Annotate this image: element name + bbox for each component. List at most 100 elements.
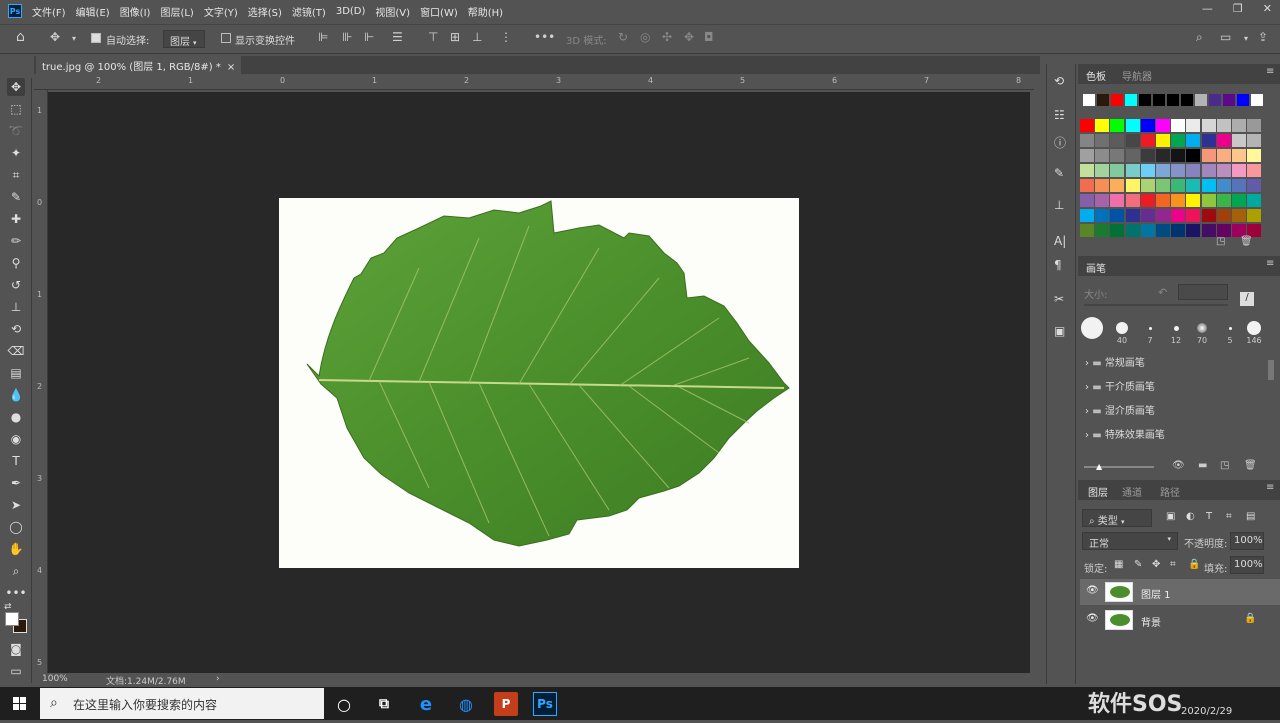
- color-swatch[interactable]: [1095, 194, 1110, 207]
- new-swatch-icon[interactable]: ◳: [1216, 236, 1225, 247]
- color-swatch[interactable]: [1186, 149, 1201, 162]
- 3d-roll-icon[interactable]: ◎: [640, 30, 650, 44]
- menu-layer[interactable]: 图层(L): [160, 4, 193, 19]
- delete-swatch-icon[interactable]: 🗑: [1240, 236, 1253, 247]
- color-swatch[interactable]: [1110, 179, 1125, 192]
- tab-layers[interactable]: 图层: [1088, 484, 1108, 499]
- brush-group-general[interactable]: › ▬ 常规画笔: [1085, 354, 1145, 369]
- pen-tool-icon[interactable]: ✒: [7, 474, 25, 492]
- properties-icon[interactable]: ☷: [1054, 108, 1065, 122]
- color-swatch[interactable]: [1216, 164, 1231, 177]
- color-swatch[interactable]: [1110, 224, 1125, 237]
- clone-stamp-tool-icon[interactable]: ⚲: [7, 254, 25, 272]
- taskbar-search[interactable]: ⌕ 在这里输入你要搜索的内容: [40, 688, 324, 719]
- color-swatch[interactable]: [1156, 149, 1170, 162]
- toggle-visibility-icon[interactable]: 👁: [1172, 460, 1185, 471]
- menu-file[interactable]: 文件(F): [32, 4, 66, 19]
- color-swatch[interactable]: [1140, 149, 1155, 162]
- color-swatch[interactable]: [1140, 194, 1155, 207]
- align-middle-icon[interactable]: ⊞: [450, 30, 460, 44]
- color-swatch[interactable]: [1095, 224, 1110, 237]
- color-swatch[interactable]: [1080, 194, 1094, 207]
- color-swatch[interactable]: [1110, 194, 1125, 207]
- color-swatch[interactable]: [1171, 119, 1186, 132]
- color-swatch[interactable]: [1232, 149, 1246, 162]
- brush-preset[interactable]: 12: [1164, 318, 1188, 346]
- color-swatch[interactable]: [1232, 194, 1246, 207]
- menu-view[interactable]: 视图(V): [375, 4, 410, 19]
- color-swatch[interactable]: [1201, 209, 1216, 222]
- color-swatch[interactable]: [1216, 179, 1231, 192]
- brush-size-slider[interactable]: [1084, 304, 1228, 306]
- brush-settings-icon[interactable]: ✎: [1054, 166, 1064, 180]
- brush-size-input[interactable]: [1178, 284, 1228, 300]
- blend-mode-dropdown[interactable]: 正常 ▾: [1082, 532, 1178, 550]
- color-swatch[interactable]: [1140, 164, 1155, 177]
- brush-preset[interactable]: 146: [1242, 318, 1266, 346]
- brush-preset[interactable]: [1080, 317, 1104, 346]
- color-swatch[interactable]: [1153, 94, 1165, 106]
- color-swatch[interactable]: [1125, 179, 1140, 192]
- color-swatch[interactable]: [1139, 94, 1151, 106]
- color-swatch[interactable]: [1156, 224, 1170, 237]
- brush-group-wet[interactable]: › ▬ 湿介质画笔: [1085, 402, 1155, 417]
- panel-menu-icon[interactable]: ≡: [1266, 482, 1274, 493]
- lasso-tool-icon[interactable]: ➰: [7, 122, 25, 140]
- home-icon[interactable]: ⌂: [16, 29, 25, 45]
- color-swatch[interactable]: [1171, 149, 1186, 162]
- tools-preset-icon[interactable]: ✂: [1054, 292, 1064, 306]
- crop-tool-icon[interactable]: ⌗: [7, 166, 25, 184]
- sponge-tool-icon[interactable]: ◉: [7, 430, 25, 448]
- color-swatch[interactable]: [1110, 149, 1125, 162]
- color-swatch[interactable]: [1125, 149, 1140, 162]
- color-swatch[interactable]: [1186, 119, 1201, 132]
- powerpoint-icon[interactable]: P: [494, 692, 518, 716]
- filter-adjustment-icon[interactable]: ◐: [1186, 511, 1195, 522]
- color-swatch[interactable]: [1125, 119, 1140, 132]
- lock-image-icon[interactable]: ✎: [1134, 559, 1142, 570]
- hand-tool-icon[interactable]: ✋: [7, 540, 25, 558]
- distribute-vertical-icon[interactable]: ⋮: [500, 30, 512, 44]
- stamp-tool-icon[interactable]: ⊥: [7, 298, 25, 316]
- new-brush-icon[interactable]: ◳: [1220, 460, 1229, 471]
- filter-type-icon[interactable]: T: [1206, 511, 1212, 522]
- color-swatch[interactable]: [1201, 134, 1216, 147]
- color-swatch[interactable]: [1111, 94, 1123, 106]
- filter-smart-object-icon[interactable]: ▤: [1246, 511, 1255, 522]
- history-brush-tool-icon[interactable]: ↺: [7, 276, 25, 294]
- filter-shape-icon[interactable]: ⌗: [1226, 511, 1232, 522]
- color-swatch[interactable]: [1097, 94, 1109, 106]
- art-history-brush-icon[interactable]: ⟲: [7, 320, 25, 338]
- color-swatch[interactable]: [1110, 119, 1125, 132]
- eraser-tool-icon[interactable]: ⌫: [7, 342, 25, 360]
- paragraph-icon[interactable]: ¶: [1054, 258, 1062, 272]
- 3d-camera-icon[interactable]: ◘: [704, 30, 714, 44]
- color-swatch[interactable]: [1186, 134, 1201, 147]
- path-selection-tool-icon[interactable]: ➤: [7, 496, 25, 514]
- character-icon[interactable]: A|: [1054, 234, 1066, 248]
- edit-toolbar-icon[interactable]: •••: [5, 584, 26, 602]
- blur-tool-icon[interactable]: 💧: [7, 386, 25, 404]
- color-swatch[interactable]: [1171, 179, 1186, 192]
- fill-input[interactable]: 100%: [1230, 556, 1264, 574]
- color-swatch[interactable]: [1140, 179, 1155, 192]
- menu-edit[interactable]: 编辑(E): [76, 4, 110, 19]
- magic-wand-tool-icon[interactable]: ✦: [7, 144, 25, 162]
- color-swatch[interactable]: [1167, 94, 1179, 106]
- color-swatch[interactable]: [1110, 134, 1125, 147]
- color-swatch[interactable]: [1140, 119, 1155, 132]
- filter-pixel-icon[interactable]: ▣: [1166, 511, 1175, 522]
- color-swatch[interactable]: [1080, 209, 1094, 222]
- 3d-slide-icon[interactable]: ✥: [684, 30, 694, 44]
- brush-preset[interactable]: 70: [1190, 318, 1214, 346]
- photoshop-taskbar-icon[interactable]: Ps: [533, 692, 557, 716]
- color-swatch[interactable]: [1209, 94, 1221, 106]
- color-swatch[interactable]: [1110, 164, 1125, 177]
- new-brush-icon[interactable]: /: [1240, 292, 1254, 306]
- color-swatch[interactable]: [1201, 164, 1216, 177]
- color-swatch[interactable]: [1125, 134, 1140, 147]
- color-swatch[interactable]: [1095, 209, 1110, 222]
- color-swatch[interactable]: [1125, 209, 1140, 222]
- color-swatch[interactable]: [1186, 194, 1201, 207]
- color-swatch[interactable]: [1247, 194, 1262, 207]
